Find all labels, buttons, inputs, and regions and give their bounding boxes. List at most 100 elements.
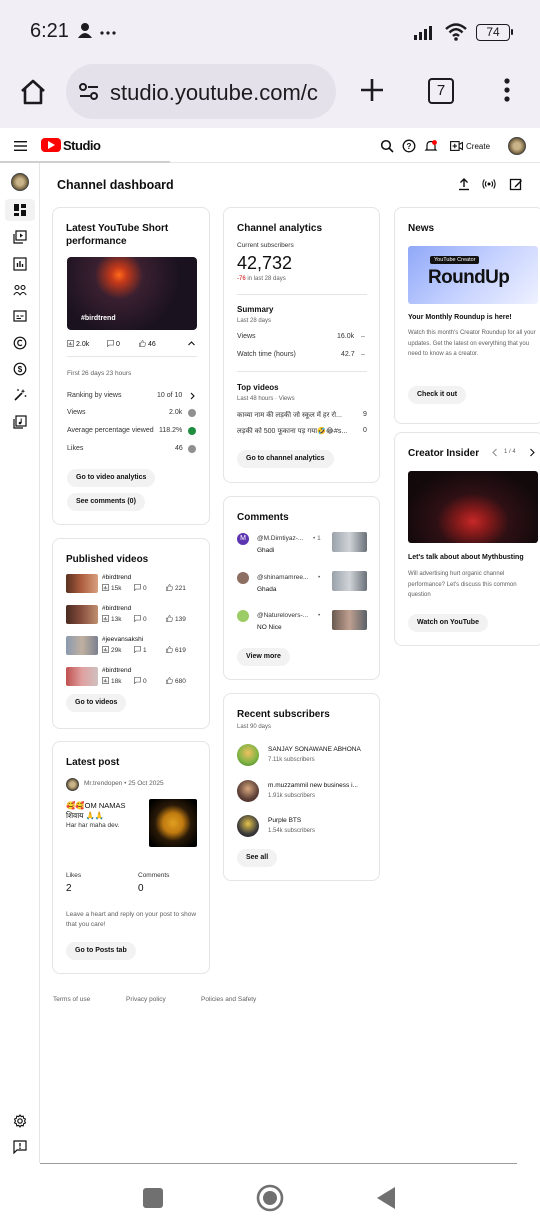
subscriber-name[interactable]: Purple BTS (268, 817, 301, 824)
create-post-icon[interactable] (509, 177, 523, 191)
analytics-icon[interactable] (13, 257, 27, 271)
go-to-posts-tab-button[interactable]: Go to Posts tab (66, 942, 136, 960)
delta-value: -76 (237, 276, 246, 282)
help-icon[interactable]: ? (402, 139, 416, 153)
chevron-left-icon[interactable] (491, 448, 499, 457)
settings-icon[interactable] (13, 1114, 27, 1128)
privacy-link[interactable]: Privacy policy (126, 996, 166, 1003)
create-label: Create (466, 141, 491, 151)
policies-link[interactable]: Policies and Safety (201, 996, 256, 1003)
subscriber-name[interactable]: SANJAY SONAWANE ABHONA (268, 746, 361, 753)
info-icon[interactable] (188, 445, 196, 453)
tab-switcher-button[interactable]: 7 (428, 78, 454, 104)
video-views: 15k (102, 584, 121, 592)
commenter-avatar: M (237, 533, 249, 545)
notifications-icon[interactable] (424, 139, 438, 153)
url-text[interactable]: studio.youtube.com/c (110, 80, 326, 106)
short-thumbnail[interactable]: #birdtrend (67, 257, 197, 330)
go-live-icon[interactable] (482, 177, 496, 191)
more-vert-icon[interactable] (498, 76, 516, 104)
video-title[interactable]: #jeevansakshi (102, 636, 143, 643)
summary-row-label: Views (237, 333, 256, 340)
subtitles-icon[interactable] (13, 309, 27, 323)
subscriber-avatar[interactable] (237, 780, 259, 802)
see-all-button[interactable]: See all (237, 849, 278, 867)
dashboard-icon[interactable] (13, 203, 27, 217)
chevron-right-icon[interactable] (528, 448, 536, 457)
site-settings-icon[interactable] (78, 81, 100, 103)
customization-icon[interactable] (13, 388, 27, 402)
studio-brand[interactable]: Studio (63, 138, 101, 153)
comment-video-thumbnail[interactable] (332, 610, 367, 630)
comment-video-thumbnail[interactable] (332, 571, 367, 591)
channel-analytics-card: Channel analytics Current subscribers 42… (223, 207, 380, 483)
post-image[interactable] (149, 799, 197, 847)
recents-icon[interactable] (142, 1187, 164, 1209)
menu-icon[interactable] (14, 140, 27, 152)
subscriber-count: 1.91k subscribers (268, 793, 316, 799)
search-icon[interactable] (380, 139, 394, 153)
comment-author[interactable]: @M.Dimtiyaz-... (257, 535, 303, 542)
feedback-icon[interactable] (13, 1140, 27, 1154)
video-thumbnail[interactable] (66, 605, 98, 624)
subscriber-name[interactable]: m.muzzammil new business i... (268, 782, 358, 789)
subscriber-avatar[interactable] (237, 815, 259, 837)
post-likes-value: 2 (66, 883, 72, 894)
bar-chart-icon (67, 340, 74, 347)
views-value: 13k (111, 616, 122, 623)
info-icon[interactable] (188, 409, 196, 417)
go-to-videos-button[interactable]: Go to videos (66, 694, 127, 712)
watch-on-youtube-button[interactable]: Watch on YouTube (408, 614, 488, 632)
upload-icon[interactable] (457, 177, 471, 191)
person-icon (78, 23, 116, 38)
chevron-up-icon[interactable] (187, 339, 196, 348)
audio-library-icon[interactable] (13, 415, 27, 429)
news-card: News YouTube Creator RoundUp Your Monthl… (394, 207, 540, 424)
copyright-icon[interactable] (13, 336, 27, 350)
creator-insider-video-thumbnail[interactable] (408, 471, 538, 543)
video-title[interactable]: #birdtrend (102, 574, 131, 581)
comment-author[interactable]: @shinamamree... (257, 574, 308, 581)
card-title: Latest YouTube Short performance (66, 223, 169, 247)
insider-body: Will advertising hurt organic channel pe… (408, 571, 517, 598)
top-video-title[interactable]: काव्या नाम की लड़की जो स्कूल में हर रो..… (237, 411, 359, 420)
new-tab-icon[interactable] (358, 76, 386, 104)
thumbs-up-icon (139, 340, 146, 347)
subscriber-count: 42,732 (237, 253, 293, 273)
status-time: 6:21 (30, 20, 69, 42)
chevron-right-icon[interactable] (189, 392, 196, 400)
row-value: 118.2% (159, 427, 183, 434)
create-button[interactable]: Create (450, 138, 490, 154)
go-to-video-analytics-button[interactable]: Go to video analytics (67, 469, 156, 487)
summary-row-trend: – (361, 351, 365, 358)
see-comments-button[interactable]: See comments (0) (67, 493, 145, 511)
go-to-channel-analytics-button[interactable]: Go to channel analytics (237, 450, 334, 468)
video-thumbnail[interactable] (66, 636, 98, 655)
account-avatar[interactable] (508, 137, 526, 155)
comment-video-thumbnail[interactable] (332, 532, 367, 552)
video-thumbnail[interactable] (66, 667, 98, 686)
commenter-avatar (237, 572, 249, 584)
home-icon[interactable] (18, 77, 48, 107)
channel-avatar[interactable] (11, 173, 29, 191)
home-nav-icon[interactable] (256, 1184, 284, 1212)
video-title[interactable]: #birdtrend (102, 605, 131, 612)
earn-icon[interactable]: $ (13, 362, 27, 376)
summary-row-trend: – (361, 333, 365, 340)
comment-author[interactable]: @Naturelovers-... (257, 612, 308, 619)
video-thumbnail[interactable] (66, 574, 98, 593)
back-icon[interactable] (375, 1186, 397, 1210)
news-banner[interactable]: YouTube Creator RoundUp (408, 246, 538, 304)
top-video-title[interactable]: लड़की को 500 फूकाना पड़ गया🤣😂#s... (237, 427, 359, 436)
community-icon[interactable] (13, 283, 27, 297)
subscriber-avatar[interactable] (237, 744, 259, 766)
left-rail: $ (0, 163, 40, 1163)
view-more-button[interactable]: View more (237, 648, 290, 666)
video-likes: 680 (166, 677, 186, 685)
check-it-out-button[interactable]: Check it out (408, 386, 467, 404)
terms-link[interactable]: Terms of use (53, 996, 90, 1003)
youtube-logo-icon[interactable] (41, 138, 61, 152)
video-title[interactable]: #birdtrend (102, 667, 131, 674)
url-bar[interactable]: studio.youtube.com/c (66, 64, 336, 119)
content-icon[interactable] (13, 230, 27, 244)
